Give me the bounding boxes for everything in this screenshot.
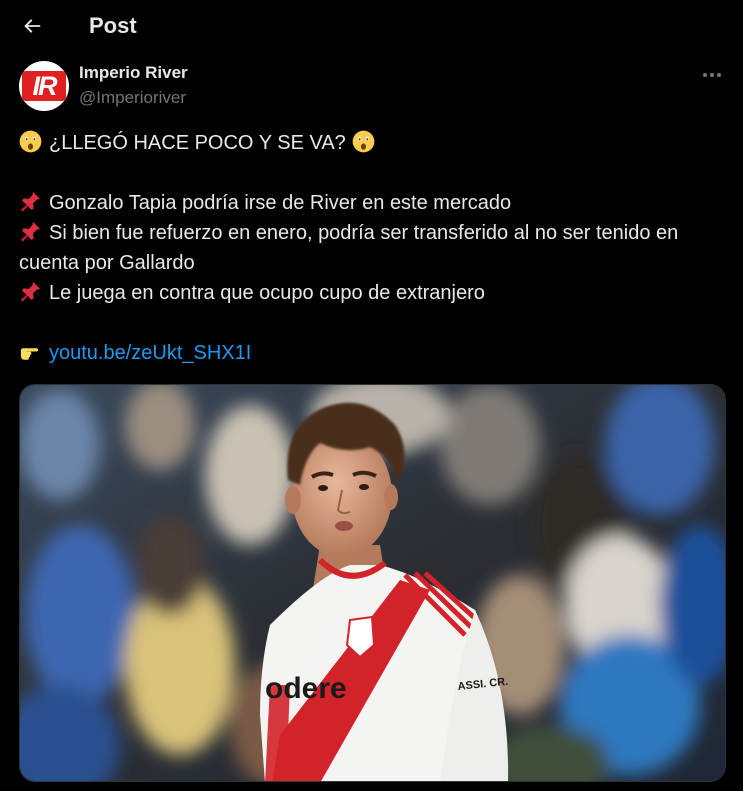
more-options-button[interactable] (700, 65, 724, 85)
post-header: Post (0, 0, 743, 53)
author-handle[interactable]: @Imperioriver (79, 88, 186, 108)
bullet-text: Gonzalo Tapia podría irse de River en es… (49, 192, 512, 214)
bullet-line: Si bien fue refuerzo en enero, podría se… (19, 218, 724, 278)
link-line: youtu.be/zeUkt_SHX1I (19, 338, 724, 368)
pushpin-icon (20, 221, 41, 242)
youtube-link[interactable]: youtu.be/zeUkt_SHX1I (49, 342, 251, 364)
pushpin-icon (20, 191, 41, 212)
bullet-text: Le juega en contra que ocupo cupo de ext… (49, 282, 485, 304)
player-photo: odere ASSI. CR. (20, 385, 725, 781)
tweet-media-image[interactable]: odere ASSI. CR. (19, 384, 726, 782)
back-button[interactable] (18, 12, 46, 40)
bullet-text: Si bien fue refuerzo en enero, podría se… (19, 222, 679, 274)
tweet-text: ¿LLEGÓ HACE POCO Y SE VA? Gonzalo Tapia … (19, 128, 724, 368)
jersey-sponsor-text: odere (265, 672, 347, 705)
headline-text: ¿LLEGÓ HACE POCO Y SE VA? (49, 132, 346, 154)
astonished-face-icon (352, 130, 375, 153)
pointing-hand-icon (20, 348, 39, 360)
author-display-name[interactable]: Imperio River (79, 63, 188, 83)
pushpin-icon (20, 281, 41, 302)
avatar-logo: IR (22, 71, 66, 101)
bullet-line: Gonzalo Tapia podría irse de River en es… (19, 188, 724, 218)
avatar[interactable]: IR (19, 61, 69, 111)
astonished-face-icon (19, 130, 42, 153)
more-horizontal-icon (703, 73, 721, 77)
author-row: IR Imperio River @Imperioriver (19, 61, 724, 113)
bullet-line: Le juega en contra que ocupo cupo de ext… (19, 278, 724, 308)
arrow-left-icon (24, 19, 41, 33)
headline-line: ¿LLEGÓ HACE POCO Y SE VA? (19, 128, 724, 158)
page-title: Post (89, 13, 137, 38)
